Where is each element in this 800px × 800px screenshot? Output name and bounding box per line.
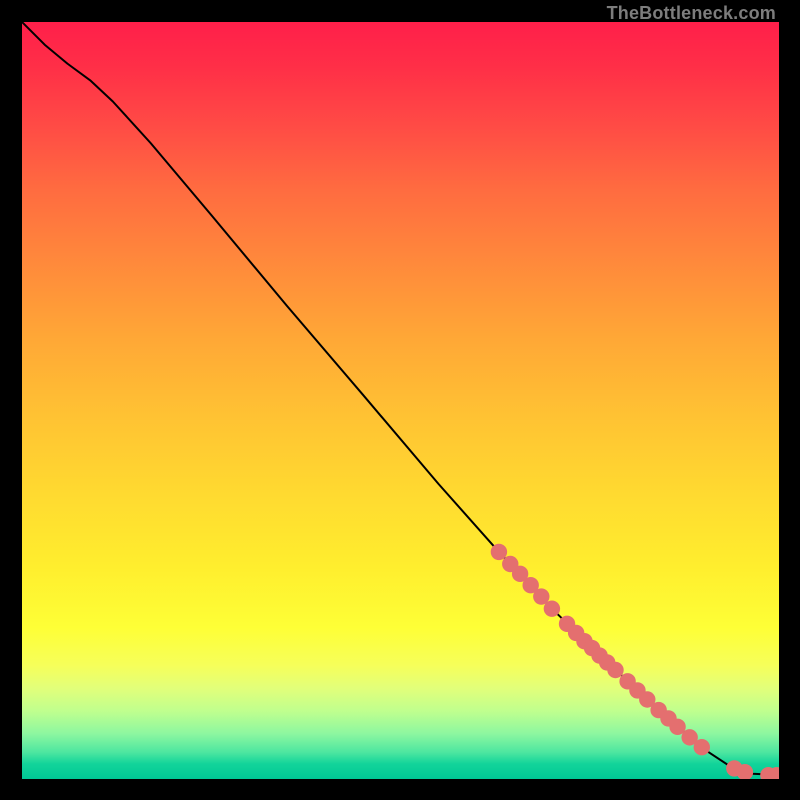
chart-svg: [22, 22, 779, 779]
data-point: [694, 739, 710, 755]
plot-area: [22, 22, 779, 779]
data-point: [607, 662, 623, 678]
highlighted-points: [491, 544, 779, 779]
chart-stage: TheBottleneck.com: [0, 0, 800, 800]
data-point: [491, 544, 507, 560]
bottleneck-curve: [22, 22, 779, 775]
attribution-label: TheBottleneck.com: [607, 3, 776, 24]
data-point: [544, 600, 560, 616]
